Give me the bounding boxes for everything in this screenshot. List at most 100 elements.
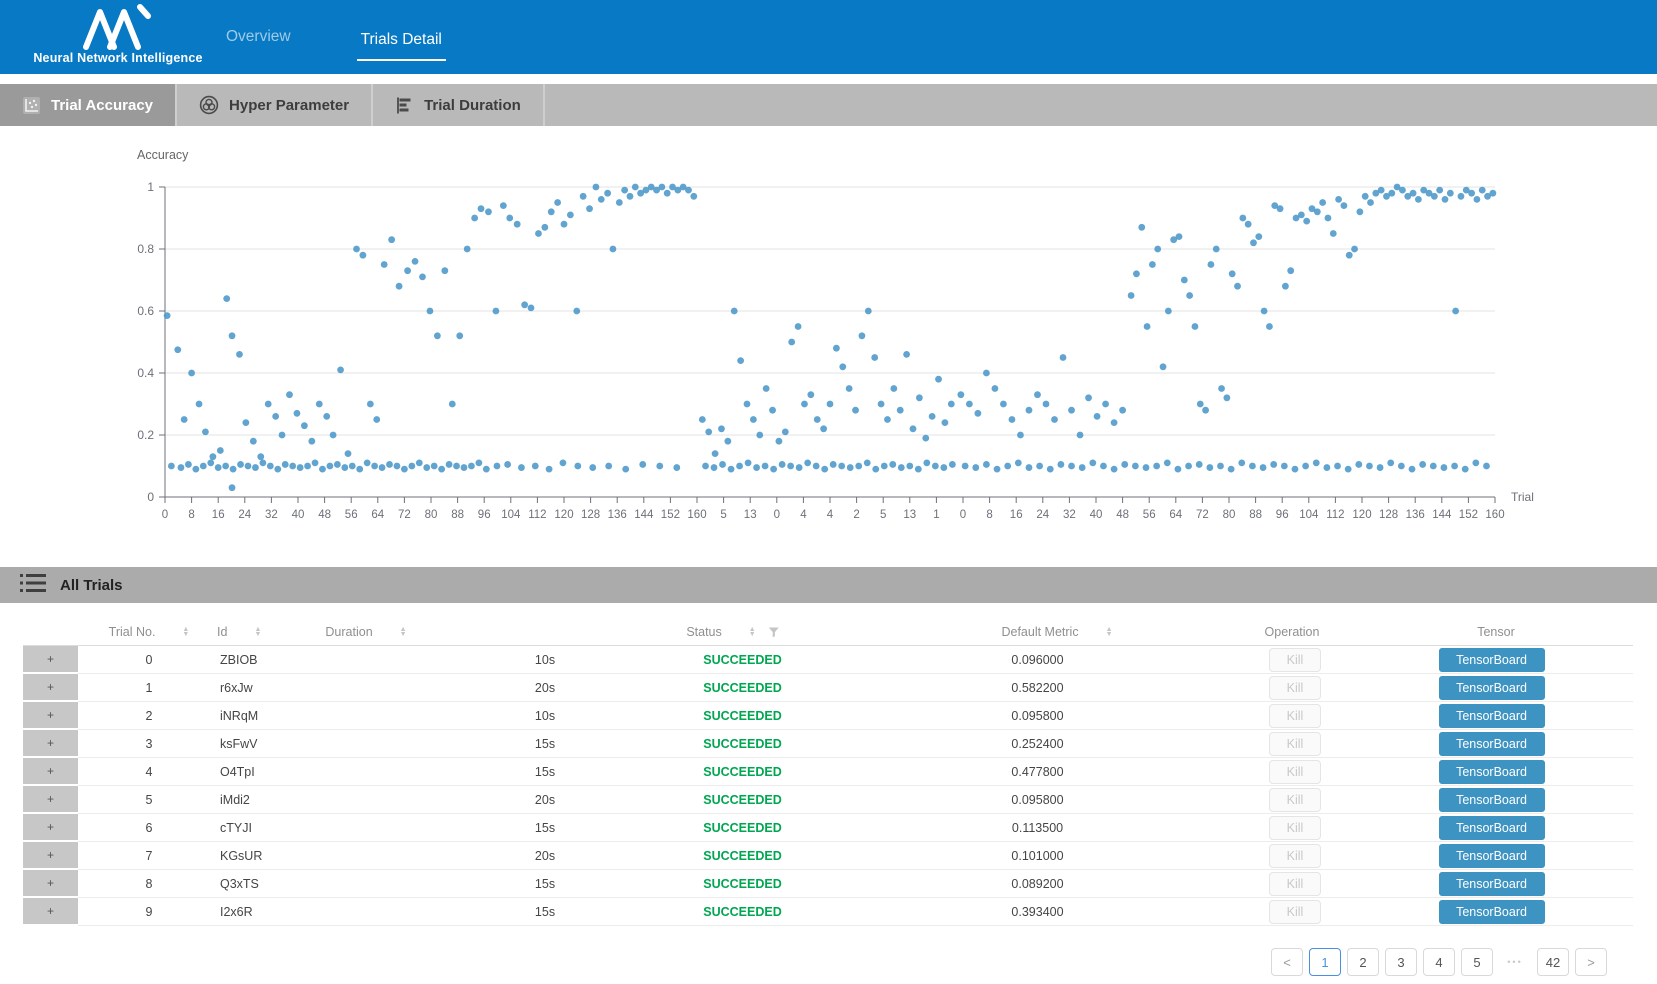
expand-row-button[interactable]: +: [23, 786, 78, 814]
scatter-point: [616, 199, 623, 206]
kill-button[interactable]: Kill: [1269, 648, 1321, 672]
scatter-point: [878, 401, 885, 408]
scatter-point: [1451, 463, 1458, 470]
scatter-point: [554, 199, 561, 206]
tensorboard-button[interactable]: TensorBoard: [1439, 872, 1545, 896]
subtab-hyper-parameter[interactable]: Hyper Parameter: [177, 84, 373, 126]
scatter-point: [724, 438, 731, 445]
kill-button[interactable]: Kill: [1269, 732, 1321, 756]
kill-button[interactable]: Kill: [1269, 676, 1321, 700]
scatter-point: [974, 410, 981, 417]
status-badge: SUCCEEDED: [650, 870, 835, 898]
expand-row-button[interactable]: +: [23, 870, 78, 898]
subtab-trial-duration[interactable]: Trial Duration: [373, 84, 545, 126]
scatter-point: [1202, 407, 1209, 414]
scatter-point: [972, 464, 979, 471]
scatter-point: [770, 466, 777, 473]
kill-button[interactable]: Kill: [1269, 704, 1321, 728]
tensorboard-button[interactable]: TensorBoard: [1439, 816, 1545, 840]
tensorboard-button[interactable]: TensorBoard: [1439, 788, 1545, 812]
scatter-point: [468, 463, 475, 470]
scatter-point: [1387, 460, 1394, 467]
scatter-point: [762, 463, 769, 470]
scatter-point: [386, 461, 393, 468]
page-button-1[interactable]: 1: [1309, 948, 1341, 976]
page-button-42[interactable]: 42: [1537, 948, 1569, 976]
tensorboard-button[interactable]: TensorBoard: [1439, 844, 1545, 868]
page-button-3[interactable]: 3: [1385, 948, 1417, 976]
kill-button[interactable]: Kill: [1269, 872, 1321, 896]
scatter-point: [604, 190, 611, 197]
scatter-point: [782, 429, 789, 436]
scatter-point: [719, 461, 726, 468]
next-page-button[interactable]: >: [1575, 948, 1607, 976]
trial-no-cell: 9: [78, 898, 220, 926]
expand-row-button[interactable]: +: [23, 730, 78, 758]
tensor-cell: TensorBoard: [1350, 898, 1633, 926]
scatter-point: [431, 463, 438, 470]
scatter-point: [334, 461, 341, 468]
sort-icon[interactable]: ▲▼: [182, 627, 189, 637]
scatter-point: [1133, 270, 1140, 277]
expand-row-button[interactable]: +: [23, 898, 78, 926]
tensorboard-button[interactable]: TensorBoard: [1439, 648, 1545, 672]
default-metric-cell: 0.096000: [835, 646, 1240, 674]
kill-button[interactable]: Kill: [1269, 900, 1321, 924]
filter-icon[interactable]: [769, 627, 780, 638]
tensorboard-button[interactable]: TensorBoard: [1439, 704, 1545, 728]
expand-row-button[interactable]: +: [23, 646, 78, 674]
scatter-point: [821, 466, 828, 473]
expand-row-button[interactable]: +: [23, 758, 78, 786]
scatter-point: [1017, 432, 1024, 439]
tensorboard-button[interactable]: TensorBoard: [1439, 900, 1545, 924]
prev-page-button[interactable]: <: [1271, 948, 1303, 976]
tensor-cell: TensorBoard: [1350, 702, 1633, 730]
scatter-point: [1036, 463, 1043, 470]
expand-row-button[interactable]: +: [23, 674, 78, 702]
sort-icon[interactable]: ▲▼: [254, 627, 261, 637]
kill-button[interactable]: Kill: [1269, 788, 1321, 812]
scatter-point: [1121, 461, 1128, 468]
kill-button[interactable]: Kill: [1269, 816, 1321, 840]
scatter-point: [1323, 464, 1330, 471]
subtab-trial-accuracy[interactable]: Trial Accuracy: [0, 84, 177, 126]
kill-button[interactable]: Kill: [1269, 844, 1321, 868]
tensorboard-button[interactable]: TensorBoard: [1439, 732, 1545, 756]
tensor-cell: TensorBoard: [1350, 786, 1633, 814]
expand-row-button[interactable]: +: [23, 702, 78, 730]
scatter-point: [1185, 463, 1192, 470]
scatter-point: [586, 205, 593, 212]
scatter-point: [506, 215, 513, 222]
scatter-point: [1355, 461, 1362, 468]
tab-trials-detail[interactable]: Trials Detail: [357, 25, 446, 61]
tensorboard-button[interactable]: TensorBoard: [1439, 760, 1545, 784]
trial-id-cell: ksFwV: [220, 730, 440, 758]
sort-icon[interactable]: ▲▼: [1106, 627, 1113, 637]
scatter-point: [1100, 463, 1107, 470]
page-button-4[interactable]: 4: [1423, 948, 1455, 976]
scatter-point: [1119, 407, 1126, 414]
scatter-point: [1208, 261, 1215, 268]
expand-row-button[interactable]: +: [23, 814, 78, 842]
page-button-2[interactable]: 2: [1347, 948, 1379, 976]
kill-button[interactable]: Kill: [1269, 760, 1321, 784]
duration-cell: 10s: [440, 702, 650, 730]
scatter-point: [1138, 224, 1145, 231]
scatter-point: [1356, 208, 1363, 215]
scatter-point: [567, 212, 574, 219]
scatter-point: [188, 370, 195, 377]
scatter-point: [712, 450, 719, 457]
tab-overview[interactable]: Overview: [222, 22, 295, 52]
scatter-point: [897, 407, 904, 414]
page-button-5[interactable]: 5: [1461, 948, 1493, 976]
tensorboard-button[interactable]: TensorBoard: [1439, 676, 1545, 700]
x-tick-label: 160: [1485, 509, 1504, 521]
sort-icon[interactable]: ▲▼: [400, 627, 407, 637]
scatter-point: [622, 466, 629, 473]
expand-row-button[interactable]: +: [23, 842, 78, 870]
sort-icon[interactable]: ▲▼: [749, 627, 756, 637]
scatter-point: [1298, 212, 1305, 219]
scatter-point: [796, 464, 803, 471]
scatter-point: [1217, 463, 1224, 470]
brand-text: Neural Network Intelligence: [28, 51, 208, 65]
